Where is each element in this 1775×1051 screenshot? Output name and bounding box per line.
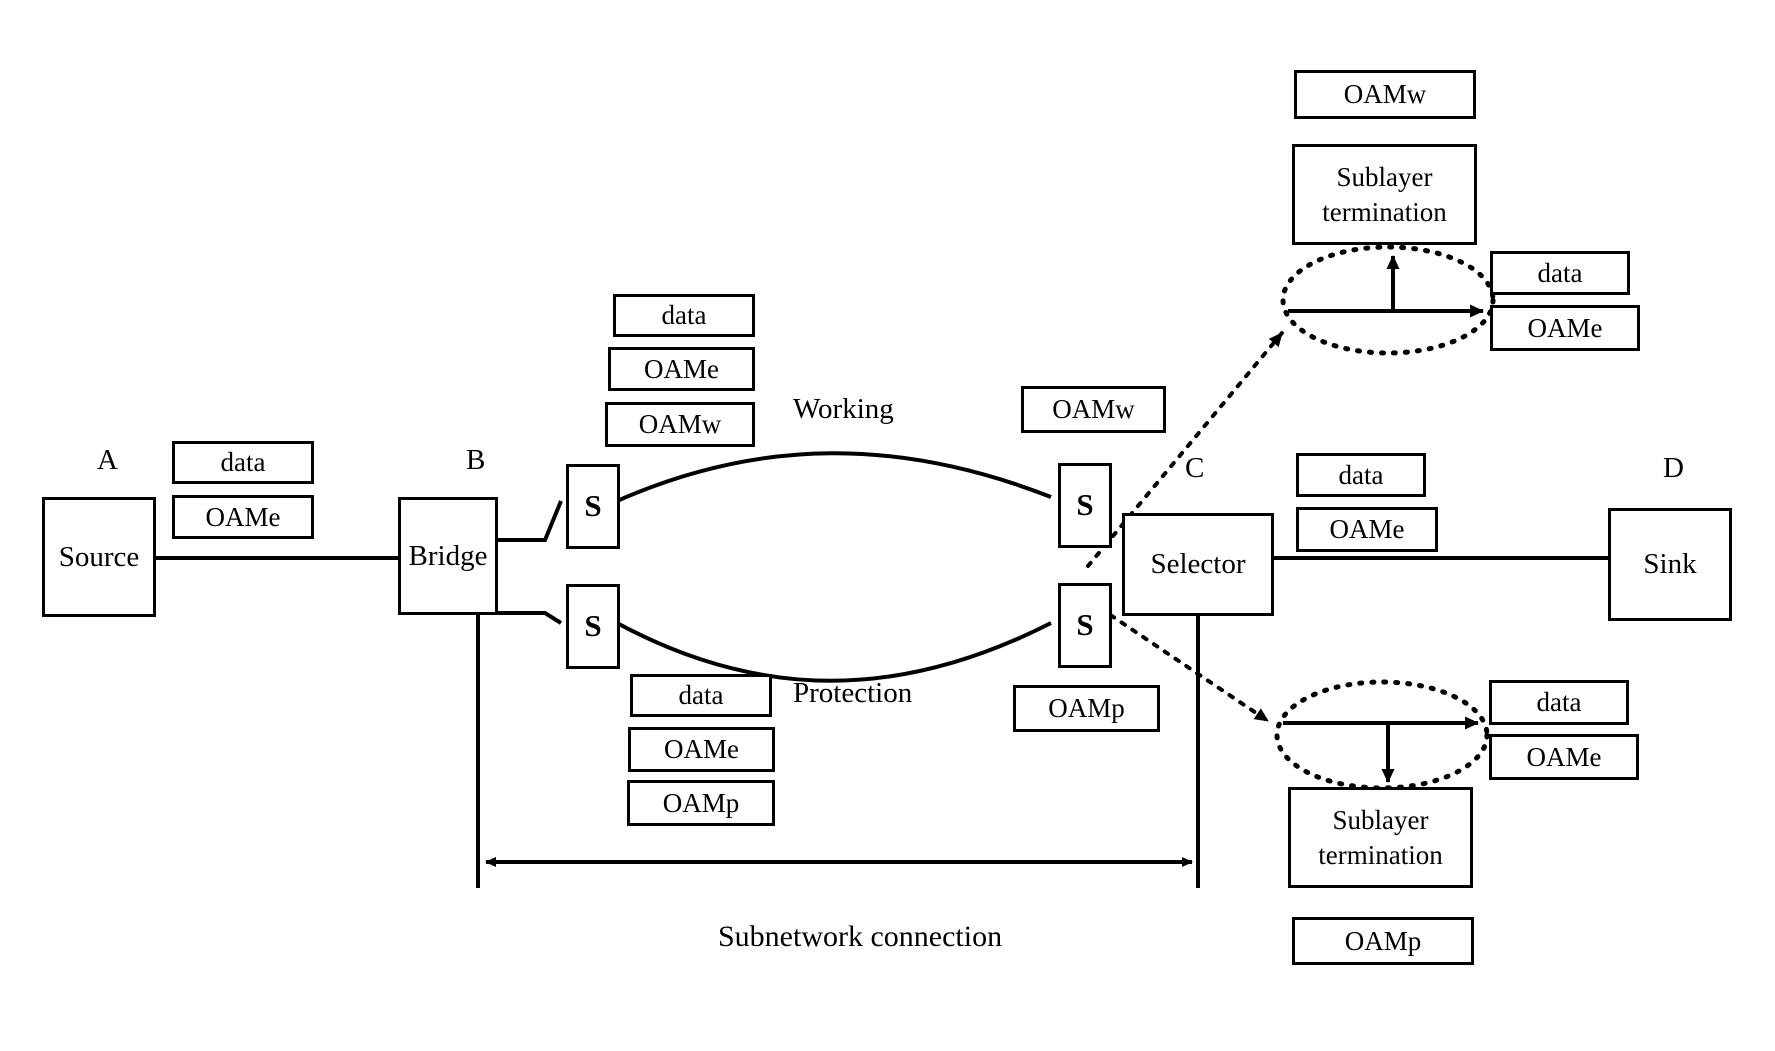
node-source-label: Source bbox=[58, 540, 140, 573]
tag-working-data: data bbox=[613, 294, 755, 337]
block-bottom-sublayer-termination: Sublayer termination bbox=[1288, 787, 1473, 888]
tag-bottom-termination-oame-label: OAMe bbox=[1526, 741, 1602, 772]
block-bottom-sublayer-line2: termination bbox=[1318, 839, 1443, 870]
tag-protection-oame-label: OAMe bbox=[664, 734, 739, 764]
tag-bottom-termination-data-label: data bbox=[1536, 687, 1582, 717]
tag-source-oame-label: OAMe bbox=[205, 501, 281, 532]
tag-selector-data: data bbox=[1296, 453, 1426, 497]
node-s-bridge-working-label: S bbox=[584, 488, 602, 524]
tag-selector-oamp: OAMp bbox=[1013, 685, 1160, 732]
block-top-sublayer-line2: termination bbox=[1322, 196, 1447, 227]
tag-top-termination-data: data bbox=[1490, 251, 1630, 295]
tag-bottom-oamp: OAMp bbox=[1292, 917, 1474, 965]
tag-bottom-termination-data: data bbox=[1489, 680, 1629, 725]
bottom-sublayer-ellipse bbox=[1274, 679, 1490, 791]
label-working-path: Working bbox=[793, 393, 894, 425]
node-s-selector-protection[interactable]: S bbox=[1058, 583, 1112, 668]
tag-protection-oame: OAMe bbox=[628, 727, 775, 772]
reference-point-a: A bbox=[97, 444, 118, 476]
tag-selector-oamw: OAMw bbox=[1021, 386, 1166, 433]
node-selector[interactable]: Selector bbox=[1122, 513, 1274, 616]
top-sublayer-ellipse bbox=[1280, 244, 1496, 356]
node-s-selector-working[interactable]: S bbox=[1058, 463, 1112, 548]
tag-bottom-oamp-label: OAMp bbox=[1344, 925, 1422, 956]
node-source[interactable]: Source bbox=[42, 497, 156, 617]
tag-source-data-label: data bbox=[220, 447, 266, 477]
node-bridge-label: Bridge bbox=[408, 539, 488, 572]
reference-point-c: C bbox=[1185, 452, 1205, 484]
tag-source-data: data bbox=[172, 441, 314, 484]
block-bottom-sublayer-line1: Sublayer bbox=[1332, 804, 1429, 835]
tag-working-oamw: OAMw bbox=[605, 402, 755, 447]
tag-top-termination-data-label: data bbox=[1537, 257, 1583, 288]
tag-working-data-label: data bbox=[661, 300, 707, 330]
tag-working-oame-label: OAMe bbox=[644, 353, 719, 384]
node-s-bridge-protection-label: S bbox=[584, 608, 602, 644]
node-s-selector-protection-label: S bbox=[1076, 607, 1094, 643]
tag-working-oame: OAMe bbox=[608, 347, 755, 391]
tag-top-termination-oame: OAMe bbox=[1490, 305, 1640, 351]
node-s-bridge-protection[interactable]: S bbox=[566, 584, 620, 669]
link-bridge-to-s-protection bbox=[498, 611, 563, 625]
block-top-sublayer-line1: Sublayer bbox=[1336, 161, 1433, 192]
node-s-bridge-working[interactable]: S bbox=[566, 464, 620, 549]
working-path-curve bbox=[616, 451, 1052, 503]
tag-selector-oamw-label: OAMw bbox=[1052, 394, 1135, 424]
tag-protection-oamp: OAMp bbox=[627, 780, 775, 826]
tag-protection-oamp-label: OAMp bbox=[662, 787, 740, 818]
node-selector-label: Selector bbox=[1150, 548, 1246, 581]
node-s-selector-working-label: S bbox=[1076, 487, 1094, 523]
tag-source-oame: OAMe bbox=[172, 495, 314, 539]
tag-top-oamw: OAMw bbox=[1294, 70, 1476, 119]
tag-top-oamw-label: OAMw bbox=[1343, 79, 1427, 109]
caption-subnetwork-connection: Subnetwork connection bbox=[718, 920, 1003, 953]
node-bridge[interactable]: Bridge bbox=[398, 497, 498, 615]
tag-working-oamw-label: OAMw bbox=[638, 409, 722, 439]
reference-point-b: B bbox=[466, 444, 486, 476]
node-sink-label: Sink bbox=[1643, 548, 1697, 581]
tag-top-termination-oame-label: OAMe bbox=[1527, 312, 1603, 343]
link-bridge-to-s-working bbox=[498, 500, 563, 542]
tag-bottom-termination-oame: OAMe bbox=[1489, 734, 1639, 780]
tag-protection-data-label: data bbox=[678, 680, 724, 710]
tag-selector-oame: OAMe bbox=[1296, 507, 1438, 552]
tag-selector-oame-label: OAMe bbox=[1329, 514, 1405, 544]
diagram-canvas: A B C D Source Bridge Selector Sink S S … bbox=[0, 0, 1775, 1051]
label-protection-path: Protection bbox=[793, 677, 913, 709]
block-top-sublayer-termination: Sublayer termination bbox=[1292, 144, 1477, 245]
reference-point-d: D bbox=[1663, 452, 1684, 484]
tag-selector-oamp-label: OAMp bbox=[1048, 693, 1125, 723]
protection-path-curve bbox=[616, 621, 1052, 683]
tag-selector-data-label: data bbox=[1338, 459, 1384, 490]
tag-protection-data: data bbox=[630, 674, 772, 717]
node-sink[interactable]: Sink bbox=[1608, 508, 1732, 621]
